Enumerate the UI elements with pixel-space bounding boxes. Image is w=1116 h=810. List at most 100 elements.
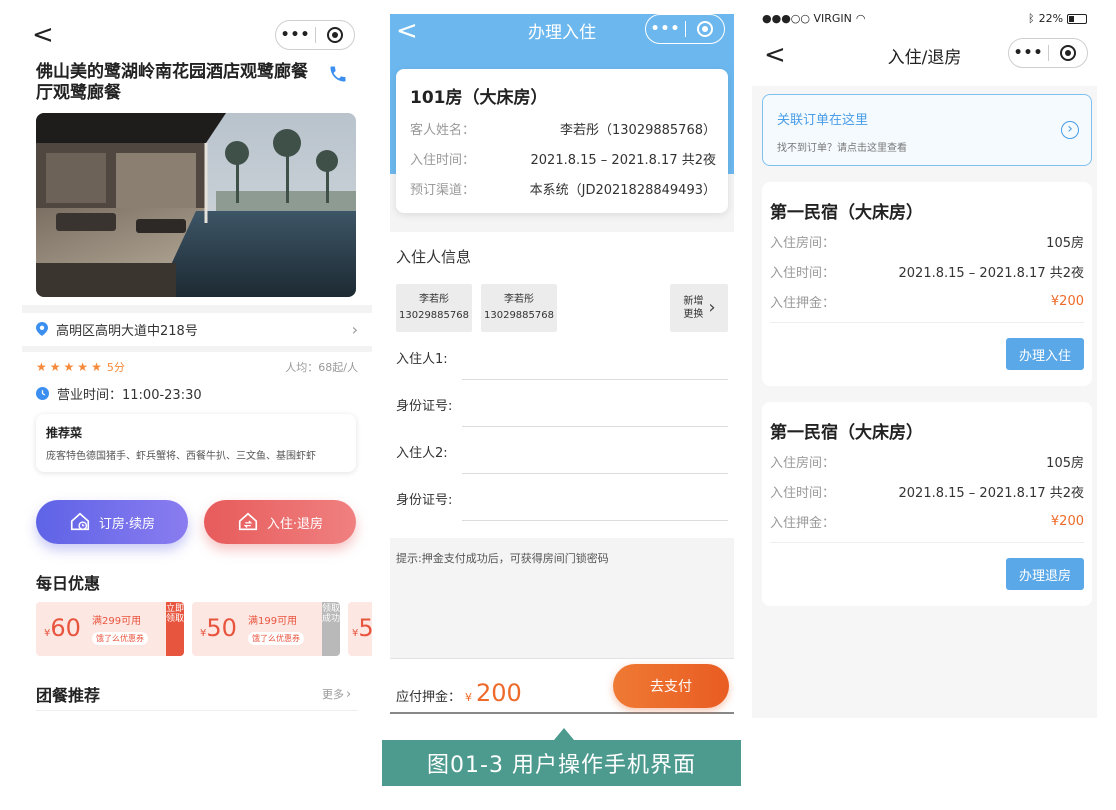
input-underline	[462, 426, 728, 427]
room-label: 入住房间：	[770, 236, 836, 251]
guest-chip-phone: 13029885768	[484, 310, 554, 321]
order-title: 第一民宿（大床房）	[770, 203, 923, 223]
close-miniprogram-icon[interactable]	[316, 27, 354, 43]
room-label: 入住房间：	[770, 456, 836, 471]
channel-label: 预订渠道：	[410, 183, 476, 198]
coupon-source: 饿了么优惠券	[92, 632, 148, 645]
address-text: 高明区高明大道中218号	[56, 323, 198, 339]
payment-bar: 应付押金： ¥ 200 去支付	[390, 658, 734, 714]
star-icon: ★	[77, 360, 89, 374]
checkin-time-value: 2021.8.15 – 2021.8.17 共2夜	[530, 153, 717, 168]
room-title: 101房（大床房）	[410, 88, 548, 108]
claim-now-tab[interactable]: 立即领取	[166, 602, 184, 656]
star-icon: ★	[63, 360, 75, 374]
input-underline	[462, 473, 728, 474]
card-divider	[770, 322, 1084, 323]
section-divider	[22, 346, 372, 352]
time-label: 入住时间：	[770, 486, 836, 501]
screen-checkin-form: < 办理入住 ••• 101房（大床房） 客人姓名： 李若彤（1302988576…	[390, 14, 734, 714]
coupon-condition: 满299可用	[92, 616, 142, 627]
checkin-button[interactable]: 办理入住	[1006, 338, 1084, 370]
wifi-icon: ◠	[855, 12, 866, 25]
guest-chip-phone: 13029885768	[399, 310, 469, 321]
link-order-subtitle: 找不到订单？请点击这里查看	[777, 143, 907, 154]
coupon-card[interactable]: ¥50 满199可用 饿了么优惠券 领取成功	[192, 602, 340, 656]
deposit-currency: ¥	[465, 691, 473, 704]
coupon-amount: ¥50	[200, 614, 237, 642]
checkin-time-label: 入住时间：	[410, 153, 476, 168]
saved-guest-chip[interactable]: 李若彤 13029885768	[481, 284, 557, 332]
mini-program-capsule: •••	[275, 20, 355, 50]
checkin-checkout-button[interactable]: 入住·退房	[204, 500, 356, 544]
recommend-title: 推荐菜	[46, 426, 83, 440]
carrier-text: ●●●○○ VIRGIN	[762, 12, 852, 25]
link-order-title: 关联订单在这里	[777, 113, 869, 128]
checkout-button[interactable]: 办理退房	[1006, 558, 1084, 590]
id-number1-field[interactable]: 身份证号:	[390, 381, 734, 427]
link-order-banner[interactable]: 关联订单在这里 找不到订单？请点击这里查看 ›	[762, 94, 1092, 166]
more-label: 更多	[322, 688, 344, 701]
deposit-label: 应付押金：	[396, 690, 462, 705]
channel-value: 本系统（JD2021828849493）	[529, 183, 716, 198]
back-button[interactable]: <	[32, 22, 54, 48]
deposit-value: ¥200	[1050, 514, 1084, 529]
caption-pointer	[554, 728, 574, 740]
book-renew-button[interactable]: 订房·续房	[36, 500, 188, 544]
room-value: 105房	[1046, 236, 1084, 251]
deposit-row: 应付押金： ¥ 200	[396, 679, 522, 707]
time-value: 2021.8.15 – 2021.8.17 共2夜	[898, 266, 1085, 281]
coupon-card[interactable]: ¥60 满299可用 饿了么优惠券 立即领取	[36, 602, 184, 656]
channel-row: 预订渠道： 本系统（JD2021828849493）	[410, 179, 716, 198]
more-icon[interactable]: •••	[1009, 45, 1048, 61]
address-row[interactable]: 高明区高明大道中218号 ›	[36, 318, 358, 340]
more-icon[interactable]: •••	[646, 21, 685, 37]
phone-icon[interactable]	[328, 64, 348, 88]
close-miniprogram-icon[interactable]	[686, 21, 724, 37]
deposit-label: 入住押金：	[770, 296, 836, 311]
occupant1-field[interactable]: 入住人1:	[390, 334, 734, 380]
star-icon: ★	[91, 360, 102, 374]
occupant-title: 入住人信息	[396, 248, 472, 266]
order-card: 第一民宿（大床房） 入住房间： 105房 入住时间： 2021.8.15 – 202…	[762, 182, 1092, 386]
checkin-checkout-label: 入住·退房	[266, 516, 324, 532]
rating-text: 5分	[106, 361, 125, 374]
coupon-amount: ¥60	[44, 614, 81, 642]
mini-program-capsule: •••	[1008, 38, 1088, 68]
rating-row: ★ ★ ★ ★ ★ 5分 人均：68起/人	[36, 358, 358, 376]
id-number2-field[interactable]: 身份证号:	[390, 475, 734, 521]
figure-caption: 图01-3 用户操作手机界面	[382, 740, 741, 786]
mini-program-capsule: •••	[645, 14, 725, 44]
recommend-dishes-card[interactable]: 推荐菜 庞客特色德国猪手、虾兵蟹将、西餐牛扒、三文鱼、基围虾虾	[36, 414, 356, 472]
chevron-right-icon: ›	[351, 319, 358, 339]
order-card: 第一民宿（大床房） 入住房间： 105房 入住时间： 2021.8.15 – 202…	[762, 402, 1092, 606]
time-row: 入住时间： 2021.8.15 – 2021.8.17 共2夜	[770, 262, 1084, 281]
input-underline	[462, 520, 728, 521]
avg-price: 人均：68起/人	[285, 361, 358, 374]
booking-info-card: 101房（大床房） 客人姓名： 李若彤（13029885768） 入住时间： 202…	[396, 69, 728, 213]
order-title: 第一民宿（大床房）	[770, 423, 923, 443]
more-icon[interactable]: •••	[276, 27, 315, 43]
deposit-value: ¥200	[1050, 294, 1084, 309]
occupant2-label: 入住人2:	[396, 446, 448, 461]
pay-button[interactable]: 去支付	[613, 664, 729, 708]
card-divider	[770, 542, 1084, 543]
guest-chip-name: 李若彤	[504, 294, 534, 305]
chevron-circle-right-icon: ›	[1061, 121, 1079, 139]
claimed-tab: 领取成功	[322, 602, 340, 656]
coupon-source: 饿了么优惠券	[248, 632, 304, 645]
deposit-amount: 200	[476, 679, 522, 707]
occupant1-label: 入住人1:	[396, 352, 448, 367]
hours-text: 营业时间：11:00-23:30	[57, 388, 202, 403]
time-label: 入住时间：	[770, 266, 836, 281]
bottom-divider	[36, 710, 358, 711]
screen-restaurant-detail: < ••• 佛山美的鹭湖岭南花园酒店观鹭廊餐厅观鹭廊餐 高明区高明大道中218号…	[22, 0, 372, 718]
close-miniprogram-icon[interactable]	[1049, 45, 1087, 61]
occupant2-field[interactable]: 入住人2:	[390, 428, 734, 474]
saved-guest-chip[interactable]: 李若彤 13029885768	[396, 284, 472, 332]
input-underline	[462, 379, 728, 380]
add-change-guest-button[interactable]: 新增更换 ›	[670, 284, 728, 332]
more-link[interactable]: 更多 ›	[322, 686, 351, 702]
coupon-card-partial[interactable]: ¥5	[348, 602, 372, 656]
hotel-name: 佛山美的鹭湖岭南花园酒店观鹭廊餐厅观鹭廊餐	[36, 62, 308, 103]
hotel-photo[interactable]	[36, 113, 356, 297]
